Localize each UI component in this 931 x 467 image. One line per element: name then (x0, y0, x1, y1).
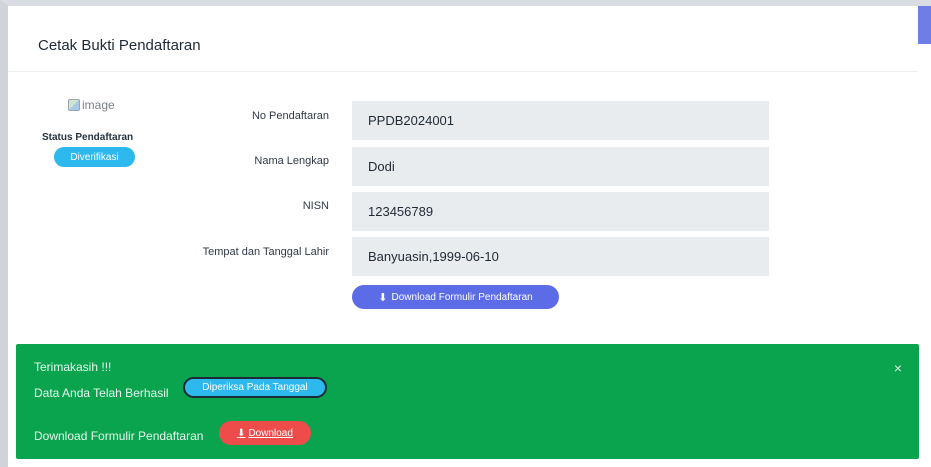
label-tempat-tanggal-lahir: Tempat dan Tanggal Lahir (202, 246, 329, 258)
profile-image-alt: image (82, 98, 115, 112)
value-no-pendaftaran: PPDB2024001 (352, 101, 769, 140)
alert-download-button[interactable]: ⬇ Download (219, 421, 311, 445)
scroll-accent[interactable] (918, 6, 931, 44)
status-label: Status Pendaftaran (42, 132, 134, 143)
value-nama-lengkap: Dodi (352, 147, 769, 186)
profile-image: image (68, 97, 126, 113)
alert-message: Data Anda Telah Berhasil (34, 386, 169, 400)
status-badge: Diverifikasi (54, 147, 135, 167)
value-tempat-tanggal-lahir: Banyuasin,1999-06-10 (352, 237, 769, 276)
download-form-button[interactable]: ⬇ Download Formulir Pendaftaran (352, 285, 559, 309)
page-title: Cetak Bukti Pendaftaran (38, 37, 201, 54)
label-no-pendaftaran: No Pendaftaran (251, 110, 329, 122)
card-header: Cetak Bukti Pendaftaran (8, 6, 918, 72)
download-icon: ⬇ (237, 427, 246, 439)
alert-download-label: Download (248, 427, 293, 439)
label-nisn: NISN (302, 200, 329, 212)
image-icon (68, 99, 80, 111)
success-alert: Terimakasih !!! Data Anda Telah Berhasil… (16, 344, 919, 459)
download-icon: ⬇ (378, 291, 388, 304)
checked-date-button[interactable]: Diperiksa Pada Tanggal (183, 377, 327, 398)
alert-download-text: Download Formulir Pendaftaran (34, 429, 204, 443)
alert-title: Terimakasih !!! (34, 360, 112, 374)
value-nisn: 123456789 (352, 192, 769, 231)
download-form-label: Download Formulir Pendaftaran (391, 291, 533, 303)
label-nama-lengkap: Nama Lengkap (254, 155, 329, 167)
close-icon[interactable]: × (894, 360, 902, 376)
